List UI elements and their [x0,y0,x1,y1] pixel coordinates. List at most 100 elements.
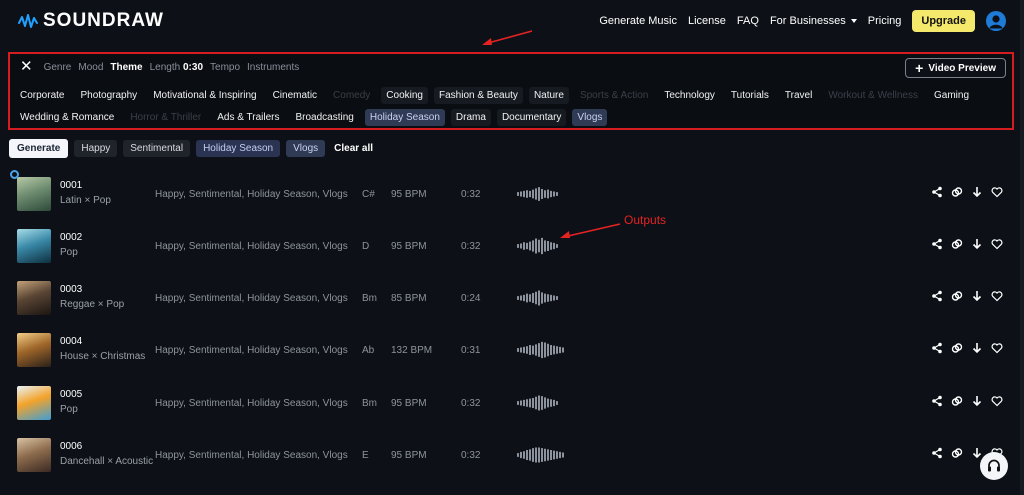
track-row[interactable]: 0003 Reggae × Pop Happy, Sentimental, Holi… [0,281,1024,333]
waveform-bar [535,396,537,410]
share-icon[interactable] [930,185,943,198]
tag-holiday-season[interactable]: Holiday Season [196,140,281,157]
now-playing-indicator [10,170,19,179]
theme-chip[interactable]: Travel [780,87,817,104]
heart-icon[interactable] [990,341,1003,354]
share-icon[interactable] [930,341,943,354]
waveform-bar [544,397,546,409]
track-artwork[interactable] [17,438,51,472]
waveform[interactable] [517,184,565,204]
support-button[interactable] [980,452,1008,480]
tab-tempo[interactable]: Tempo [210,62,240,73]
tag-sentimental[interactable]: Sentimental [123,140,191,157]
download-icon[interactable] [970,289,983,302]
download-icon[interactable] [970,237,983,250]
theme-chip[interactable]: Motivational & Inspiring [148,87,261,104]
waveform-bar [547,343,549,357]
theme-chip[interactable]: Ads & Trailers [212,109,284,126]
tab-instruments[interactable]: Instruments [247,62,299,73]
track-duration: 0:24 [461,293,481,304]
generate-button[interactable]: Generate [9,139,69,158]
track-row[interactable]: 0002 Pop Happy, Sentimental, Holiday Seaso… [0,229,1024,281]
track-artwork[interactable] [17,281,51,315]
theme-chip[interactable]: Photography [75,87,142,104]
tab-genre[interactable]: Genre [44,62,72,73]
share-icon[interactable] [930,237,943,250]
waveform[interactable] [517,340,565,360]
theme-chip[interactable]: Gaming [929,87,974,104]
tag-vlogs[interactable]: Vlogs [286,140,326,157]
share-icon[interactable] [930,394,943,407]
track-row[interactable]: 0001 Latin × Pop Happy, Sentimental, Holid… [0,170,1024,229]
tab-length[interactable]: Length 0:30 [150,62,203,73]
nav-for-businesses[interactable]: For Businesses [770,15,857,27]
theme-chip[interactable]: Fashion & Beauty [434,87,523,104]
link-icon[interactable] [950,289,963,302]
waveform[interactable] [517,236,565,256]
theme-chip[interactable]: Holiday Season [364,109,445,126]
upgrade-button[interactable]: Upgrade [912,10,975,32]
link-icon[interactable] [950,446,963,459]
theme-chip[interactable]: Cinematic [268,87,322,104]
track-row[interactable]: 0006 Dancehall × Acoustic Happy, Sentiment… [0,438,1024,490]
track-artwork[interactable] [17,386,51,420]
logo[interactable]: SOUNDRAW [18,10,164,32]
heart-icon[interactable] [990,237,1003,250]
link-icon[interactable] [950,185,963,198]
track-artwork[interactable] [17,177,51,211]
page-scrollbar[interactable] [1020,0,1024,495]
theme-chip[interactable]: Tutorials [726,87,774,104]
heart-icon[interactable] [990,185,1003,198]
nav-generate-music[interactable]: Generate Music [599,15,677,27]
waveform-bar [544,448,546,462]
tab-mood[interactable]: Mood [78,62,103,73]
share-icon[interactable] [930,446,943,459]
theme-chip[interactable]: Broadcasting [291,109,359,126]
track-number: 0003 [60,284,83,295]
heart-icon[interactable] [990,394,1003,407]
track-key: Ab [362,345,375,356]
waveform-bar [547,398,549,408]
video-preview-button[interactable]: + Video Preview [905,58,1006,78]
nav-faq[interactable]: FAQ [737,15,759,27]
theme-chip[interactable]: Documentary [496,109,567,126]
theme-chip[interactable]: Drama [450,109,491,126]
theme-chip[interactable]: Nature [528,87,569,104]
tab-length-label: Length [149,61,181,73]
theme-chip[interactable]: Vlogs [572,109,608,126]
nav-for-businesses-label: For Businesses [769,15,846,27]
tab-theme[interactable]: Theme [110,62,142,73]
download-icon[interactable] [970,341,983,354]
clear-all-button[interactable]: Clear all [334,143,373,154]
link-icon[interactable] [950,394,963,407]
download-icon[interactable] [970,394,983,407]
waveform-bar [541,448,543,462]
waveform-bar [526,346,528,354]
waveform-bar [520,295,522,301]
waveform[interactable] [517,393,565,413]
theme-chip[interactable]: Wedding & Romance [15,109,119,126]
track-row[interactable]: 0004 House × Christmas Happy, Sentimental,… [0,333,1024,385]
track-genre: Latin × Pop [60,195,111,206]
heart-icon[interactable] [990,289,1003,302]
nav-pricing[interactable]: Pricing [868,15,902,27]
download-icon[interactable] [970,446,983,459]
avatar[interactable] [986,11,1006,31]
nav-license[interactable]: License [688,15,726,27]
track-genre: Pop [60,247,78,258]
waveform[interactable] [517,288,565,308]
theme-chip[interactable]: Cooking [381,87,428,104]
theme-chip[interactable]: Technology [659,87,720,104]
download-icon[interactable] [970,185,983,198]
track-row[interactable]: 0005 Pop Happy, Sentimental, Holiday Seaso… [0,386,1024,438]
close-icon[interactable]: ✕ [20,59,33,74]
track-artwork[interactable] [17,229,51,263]
headset-icon [988,459,1000,472]
theme-chip[interactable]: Corporate [15,87,69,104]
link-icon[interactable] [950,237,963,250]
track-artwork[interactable] [17,333,51,367]
waveform[interactable] [517,445,565,465]
tag-happy[interactable]: Happy [74,140,118,157]
link-icon[interactable] [950,341,963,354]
share-icon[interactable] [930,289,943,302]
